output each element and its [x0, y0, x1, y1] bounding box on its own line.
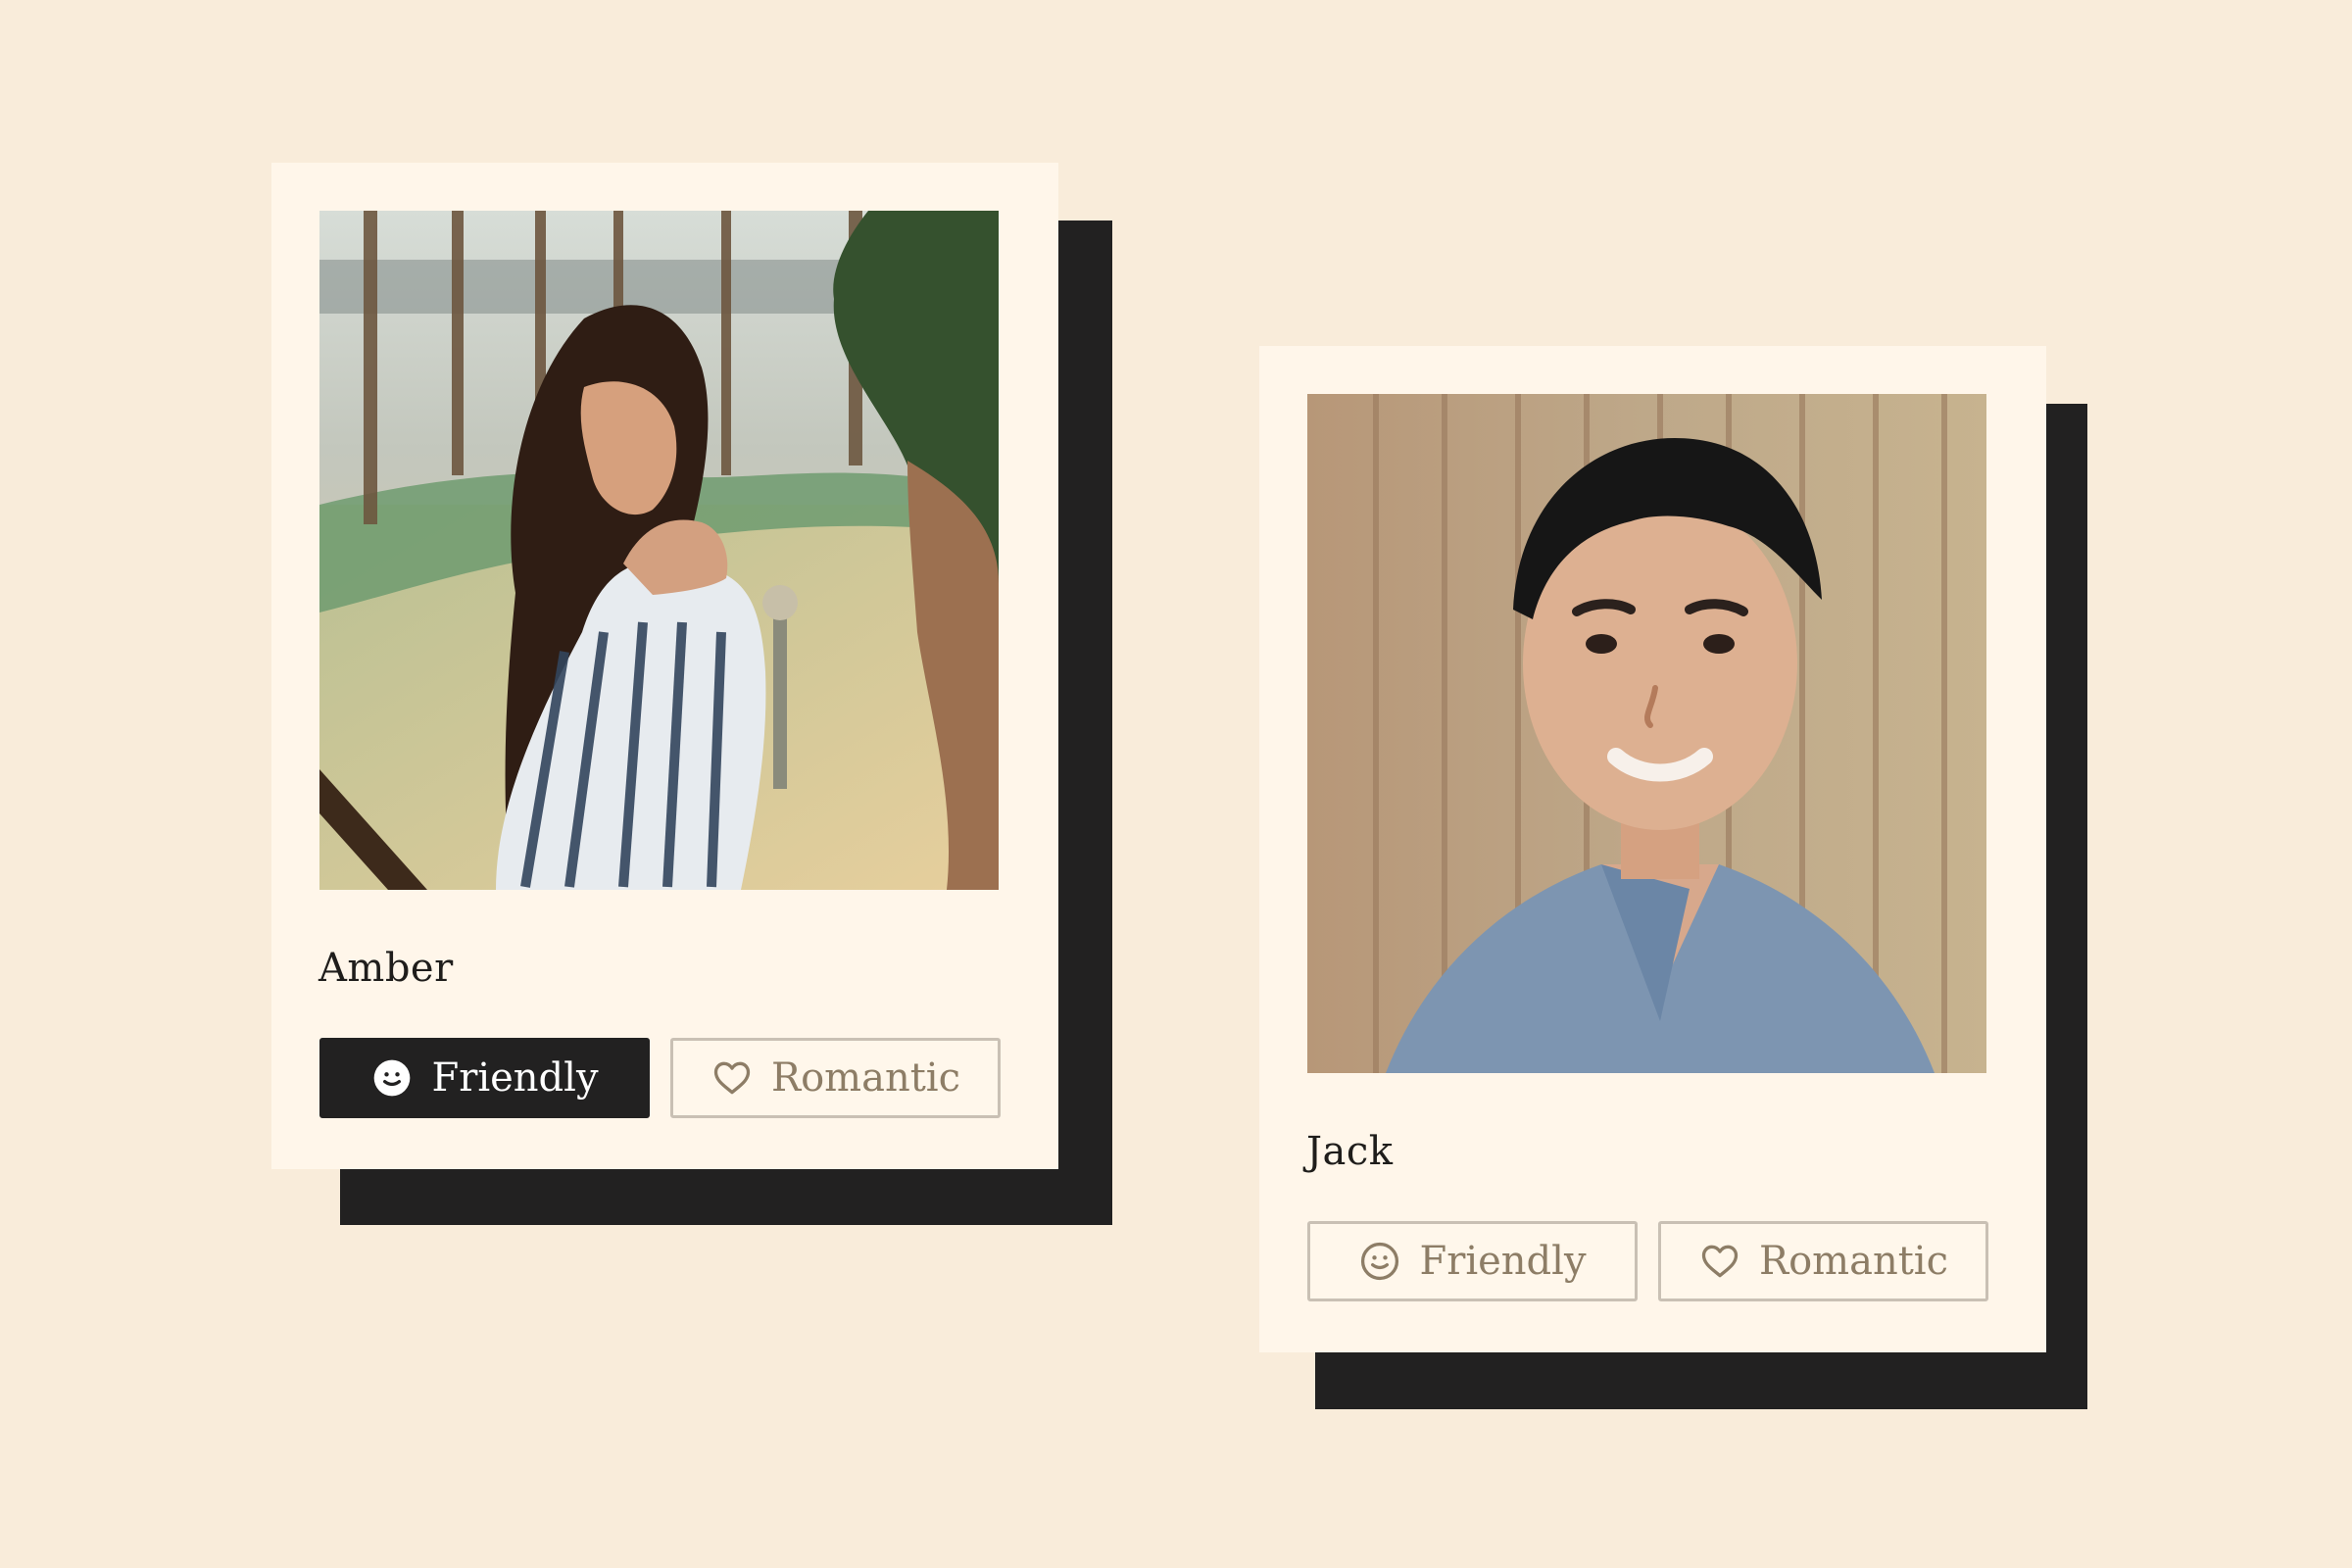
profile-photo-jack[interactable]: [1307, 394, 1986, 1073]
romantic-button-label: Romantic: [770, 1055, 960, 1101]
friendly-button-label: Friendly: [1419, 1239, 1587, 1284]
friendly-button-label: Friendly: [431, 1055, 599, 1101]
smiley-face-icon: [1358, 1240, 1401, 1283]
profile-card-amber: Amber Friendly Romantic: [271, 163, 1058, 1169]
smiley-face-icon: [370, 1056, 414, 1100]
friendly-button[interactable]: Friendly: [1307, 1221, 1638, 1301]
profile-card-jack: Jack Friendly Romantic: [1259, 346, 2046, 1352]
profile-name: Jack: [1306, 1129, 1394, 1174]
friendly-button[interactable]: Friendly: [319, 1038, 650, 1118]
profile-photo-amber[interactable]: [319, 211, 999, 890]
profile-name: Amber: [318, 946, 454, 991]
romantic-button[interactable]: Romantic: [670, 1038, 1001, 1118]
romantic-button-label: Romantic: [1758, 1239, 1948, 1284]
romantic-button[interactable]: Romantic: [1658, 1221, 1988, 1301]
heart-outline-icon: [1698, 1240, 1741, 1283]
heart-outline-icon: [710, 1056, 754, 1100]
